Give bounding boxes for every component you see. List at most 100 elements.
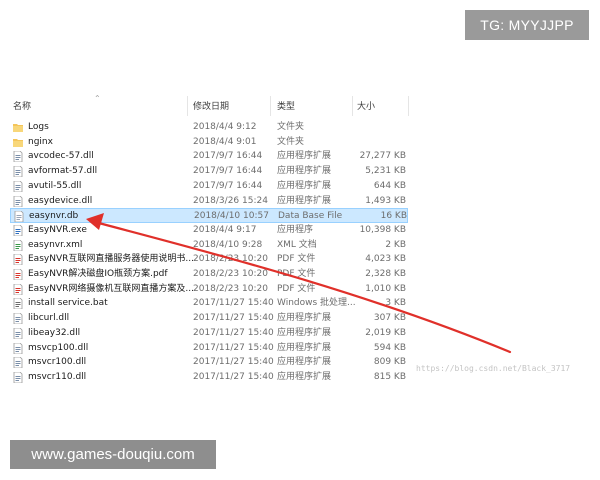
file-row[interactable]: EasyNVR互联网直播服务器使用说明书... 2018/2/23 10:20 PD… — [10, 252, 408, 267]
file-row[interactable]: EasyNVR.exe 2018/4/4 9:17 应用程序 10,398 KB — [10, 223, 408, 238]
file-row[interactable]: easydevice.dll 2018/3/26 15:24 应用程序扩展 1,493… — [10, 194, 408, 209]
file-name: msvcr100.dll — [28, 357, 87, 368]
column-divider[interactable] — [270, 96, 271, 116]
file-size: 5,231 KB — [365, 166, 406, 177]
file-type: 应用程序扩展 — [277, 327, 332, 338]
file-type: Data Base File — [278, 211, 343, 222]
file-name: avutil-55.dll — [28, 180, 82, 191]
file-size: 16 KB — [380, 211, 407, 222]
file-size: 1,010 KB — [365, 283, 406, 294]
file-row[interactable]: libcurl.dll 2017/11/27 15:40 应用程序扩展 307 KB — [10, 311, 408, 326]
column-divider[interactable] — [352, 96, 353, 116]
file-size: 2,019 KB — [365, 327, 406, 338]
file-row[interactable]: avcodec-57.dll 2017/9/7 16:44 应用程序扩展 27,277… — [10, 149, 408, 164]
file-modified-date: 2018/4/4 9:12 — [193, 122, 257, 132]
column-header-date[interactable]: 修改日期 — [193, 94, 229, 118]
column-header-name[interactable]: 名称 — [13, 94, 31, 118]
file-modified-date: 2017/11/27 15:40 — [193, 327, 274, 338]
file-type: PDF 文件 — [277, 269, 316, 279]
file-name: avcodec-57.dll — [28, 151, 94, 162]
file-size: 815 KB — [373, 371, 406, 382]
file-list-view: ⌃ 名称 修改日期 类型 大小 Logs 2018/4/4 9:12 文件夹 ngin… — [0, 94, 600, 394]
tg-watermark-badge: TG: MYYJJPP — [465, 10, 589, 40]
file-type: 文件夹 — [277, 136, 305, 147]
file-row[interactable]: easynvr.xml 2018/4/10 9:28 XML 文档 2 KB — [10, 238, 408, 253]
file-name: EasyNVR.exe — [28, 224, 87, 235]
file-row[interactable]: msvcr100.dll 2017/11/27 15:40 应用程序扩展 809 KB — [10, 355, 408, 370]
file-modified-date: 2018/2/23 10:20 — [193, 254, 268, 265]
file-size: 809 KB — [373, 357, 406, 368]
file-row[interactable]: msvcp100.dll 2017/11/27 15:40 应用程序扩展 594 KB — [10, 341, 408, 356]
file-modified-date: 2018/3/26 15:24 — [193, 195, 268, 206]
file-row[interactable]: install service.bat 2017/11/27 15:40 Windo… — [10, 296, 408, 311]
file-type: Windows 批处理... — [277, 298, 356, 309]
file-name: easynvr.xml — [28, 239, 83, 250]
file-modified-date: 2017/9/7 16:44 — [193, 166, 263, 177]
file-name: EasyNVR互联网直播服务器使用说明书... — [28, 254, 194, 265]
file-name: nginx — [28, 136, 53, 147]
file-size: 4,023 KB — [365, 254, 406, 265]
file-modified-date: 2018/4/4 9:17 — [193, 224, 257, 235]
file-name: msvcr110.dll — [28, 371, 87, 382]
file-row[interactable]: msvcr110.dll 2017/11/27 15:40 应用程序扩展 815 KB — [10, 370, 408, 385]
file-row[interactable]: avutil-55.dll 2017/9/7 16:44 应用程序扩展 644 KB — [10, 179, 408, 194]
file-modified-date: 2018/4/10 10:57 — [194, 211, 269, 222]
column-divider[interactable] — [187, 96, 188, 116]
file-row[interactable]: EasyNVR网络摄像机互联网直播方案及... 2018/2/23 10:20 PD… — [10, 282, 408, 297]
file-size: 2 KB — [385, 239, 406, 250]
file-size: 2,328 KB — [365, 269, 406, 279]
column-header-size[interactable]: 大小 — [357, 94, 375, 118]
file-name: avformat-57.dll — [28, 166, 98, 177]
file-row[interactable]: nginx 2018/4/4 9:01 文件夹 — [10, 135, 408, 150]
file-name: EasyNVR网络摄像机互联网直播方案及... — [28, 283, 194, 294]
column-header-type[interactable]: 类型 — [277, 94, 295, 118]
file-type: 应用程序扩展 — [277, 313, 332, 324]
file-row[interactable]: Logs 2018/4/4 9:12 文件夹 — [10, 120, 408, 135]
site-watermark-badge: www.games-douqiu.com — [10, 440, 216, 469]
file-name: install service.bat — [28, 298, 108, 309]
file-modified-date: 2018/4/4 9:01 — [193, 136, 257, 147]
file-name: easydevice.dll — [28, 195, 93, 206]
file-type: 应用程序扩展 — [277, 195, 332, 206]
file-modified-date: 2017/11/27 15:40 — [193, 342, 274, 353]
file-type: 应用程序扩展 — [277, 180, 332, 191]
file-size: 594 KB — [373, 342, 406, 353]
file-modified-date: 2018/2/23 10:20 — [193, 283, 268, 294]
file-type: 应用程序扩展 — [277, 151, 332, 162]
file-modified-date: 2017/11/27 15:40 — [193, 298, 274, 309]
file-size: 27,277 KB — [359, 151, 406, 162]
file-size: 1,493 KB — [365, 195, 406, 206]
file-name: libeay32.dll — [28, 327, 81, 338]
file-modified-date: 2018/4/10 9:28 — [193, 239, 263, 250]
file-row[interactable]: avformat-57.dll 2017/9/7 16:44 应用程序扩展 5,231… — [10, 164, 408, 179]
file-size: 10,398 KB — [359, 224, 406, 235]
file-type: PDF 文件 — [277, 283, 316, 294]
file-modified-date: 2017/11/27 15:40 — [193, 357, 274, 368]
file-modified-date: 2017/9/7 16:44 — [193, 151, 263, 162]
sort-ascending-icon: ⌃ — [94, 94, 101, 103]
file-size: 644 KB — [373, 180, 406, 191]
column-header-bar: ⌃ 名称 修改日期 类型 大小 — [0, 94, 600, 118]
file-type: PDF 文件 — [277, 254, 316, 265]
file-type: 文件夹 — [277, 122, 305, 132]
file-name: EasyNVR解决磁盘IO瓶颈方案.pdf — [28, 269, 168, 279]
file-row[interactable]: EasyNVR解决磁盘IO瓶颈方案.pdf 2018/2/23 10:20 PDF … — [10, 267, 408, 282]
blog-watermark: https://blog.csdn.net/Black_3717 — [416, 364, 571, 373]
file-type: 应用程序扩展 — [277, 342, 332, 353]
file-row[interactable]: libeay32.dll 2017/11/27 15:40 应用程序扩展 2,019 … — [10, 326, 408, 341]
column-divider[interactable] — [408, 96, 409, 116]
file-type: 应用程序扩展 — [277, 371, 332, 382]
file-name: Logs — [28, 122, 49, 132]
file-modified-date: 2017/11/27 15:40 — [193, 313, 274, 324]
file-size — [346, 120, 406, 135]
file-type: XML 文档 — [277, 239, 317, 250]
file-row[interactable]: easynvr.db 2018/4/10 10:57 Data Base File 1… — [10, 208, 408, 223]
file-modified-date: 2017/9/7 16:44 — [193, 180, 263, 191]
file-size: 307 KB — [373, 313, 406, 324]
file-modified-date: 2017/11/27 15:40 — [193, 371, 274, 382]
file-name: easynvr.db — [29, 211, 79, 222]
file-size: 3 KB — [385, 298, 406, 309]
file-type: 应用程序扩展 — [277, 166, 332, 177]
file-size — [346, 135, 406, 150]
file-type: 应用程序 — [277, 224, 314, 235]
